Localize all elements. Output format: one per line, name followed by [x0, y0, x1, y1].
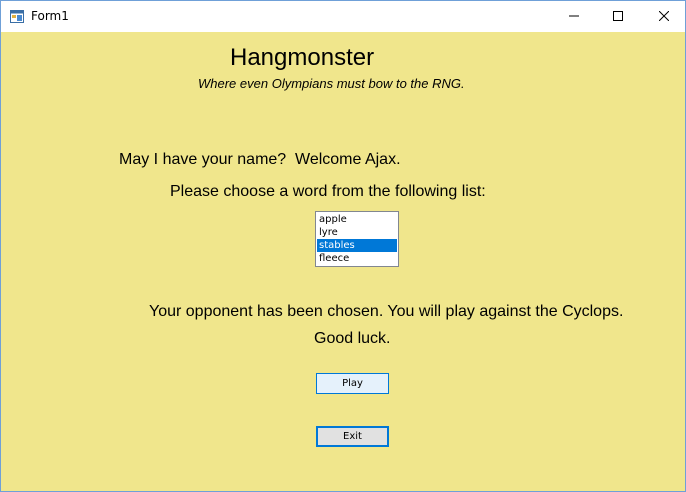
minimize-button[interactable] [551, 1, 597, 32]
game-subtitle: Where even Olympians must bow to the RNG… [198, 76, 465, 91]
close-icon [658, 8, 670, 26]
word-option-apple[interactable]: apple [317, 213, 397, 226]
word-option-stables[interactable]: stables [317, 239, 397, 252]
opponent-message: Your opponent has been chosen. You will … [149, 303, 624, 320]
word-option-fleece[interactable]: fleece [317, 252, 397, 265]
name-prompt-label: May I have your name? [119, 151, 287, 168]
word-listbox[interactable]: apple lyre stables fleece [315, 211, 399, 267]
word-option-lyre[interactable]: lyre [317, 226, 397, 239]
window-title: Form1 [31, 9, 69, 23]
exit-button[interactable]: Exit [316, 426, 389, 447]
good-luck-label: Good luck. [314, 330, 391, 347]
main-window: Form1 Hangmonster Where even Olympians m… [0, 0, 686, 492]
play-button[interactable]: Play [316, 373, 389, 394]
close-button[interactable] [641, 1, 686, 32]
minimize-icon [569, 8, 579, 26]
title-bar[interactable]: Form1 [1, 1, 685, 32]
game-title: Hangmonster [230, 44, 375, 71]
welcome-label: Welcome Ajax. [295, 151, 401, 168]
maximize-button[interactable] [595, 1, 641, 32]
app-icon [10, 10, 24, 23]
maximize-icon [613, 8, 623, 26]
word-prompt-label: Please choose a word from the following … [170, 183, 486, 200]
